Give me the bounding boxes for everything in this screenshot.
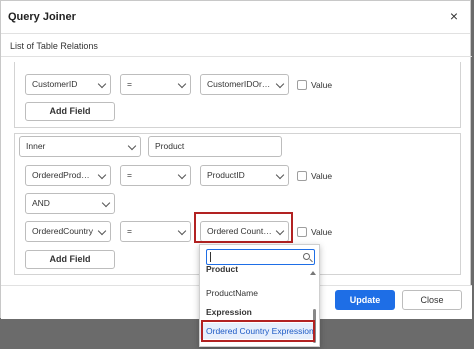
add-field-button[interactable]: Add Field — [25, 102, 115, 121]
left-field-value: OrderedProduct... — [32, 170, 100, 180]
chevron-down-icon — [177, 226, 187, 236]
right-field-value: ProductID — [207, 170, 245, 180]
operator-value: = — [127, 170, 132, 180]
table-dropdown[interactable]: Product — [148, 136, 282, 157]
operator-dropdown[interactable]: = — [120, 74, 191, 95]
value-checkbox[interactable] — [297, 227, 307, 237]
right-field-dropdown[interactable]: CustomerIDOrde... — [200, 74, 289, 95]
text-cursor — [210, 252, 211, 262]
selected-item-highlight — [201, 320, 315, 342]
update-button[interactable]: Update — [335, 290, 395, 310]
operator-dropdown[interactable]: = — [120, 221, 191, 242]
value-checkbox[interactable] — [297, 171, 307, 181]
chevron-down-icon — [275, 170, 285, 180]
section-title: List of Table Relations — [10, 41, 98, 51]
value-label: Value — [311, 227, 333, 237]
chevron-down-icon — [127, 141, 137, 151]
close-button[interactable]: Close — [402, 290, 462, 310]
logic-operator-value: AND — [32, 198, 50, 208]
chevron-down-icon — [101, 198, 111, 208]
operator-dropdown[interactable]: = — [120, 165, 191, 186]
join-type-dropdown[interactable]: Inner — [19, 136, 141, 157]
join-type-value: Inner — [26, 141, 46, 151]
chevron-down-icon — [177, 170, 187, 180]
value-checkbox[interactable] — [297, 80, 307, 90]
right-field-value: CustomerIDOrde... — [207, 79, 279, 89]
list-group-header: Expression — [206, 307, 252, 317]
chevron-down-icon — [177, 79, 187, 89]
list-item[interactable]: ProductName — [206, 288, 258, 298]
value-label: Value — [311, 171, 333, 181]
relation-group-1: CustomerID = CustomerIDOrde... Value Add… — [14, 62, 461, 128]
logic-operator-dropdown[interactable]: AND — [25, 193, 115, 214]
highlight-box — [194, 212, 293, 243]
search-icon — [303, 253, 310, 260]
left-field-dropdown[interactable]: OrderedProduct... — [25, 165, 111, 186]
list-group-header: Product — [206, 264, 239, 274]
chevron-down-icon — [97, 226, 107, 236]
left-field-value: OrderedCountry — [32, 226, 93, 236]
value-label: Value — [311, 80, 333, 90]
dropdown-search-input[interactable] — [206, 249, 315, 265]
dialog-titlebar: Query Joiner × — [1, 1, 470, 34]
chevron-down-icon — [97, 79, 107, 89]
dialog-title: Query Joiner — [8, 11, 76, 23]
add-field-button[interactable]: Add Field — [25, 250, 115, 269]
right-field-dropdown[interactable]: ProductID — [200, 165, 289, 186]
left-field-dropdown[interactable]: OrderedCountry — [25, 221, 111, 242]
operator-value: = — [127, 226, 132, 236]
close-icon[interactable]: × — [450, 8, 458, 24]
operator-value: = — [127, 79, 132, 89]
table-value: Product — [155, 141, 185, 151]
scroll-up-icon[interactable] — [310, 271, 316, 275]
left-field-dropdown[interactable]: CustomerID — [25, 74, 111, 95]
left-field-value: CustomerID — [32, 79, 78, 89]
